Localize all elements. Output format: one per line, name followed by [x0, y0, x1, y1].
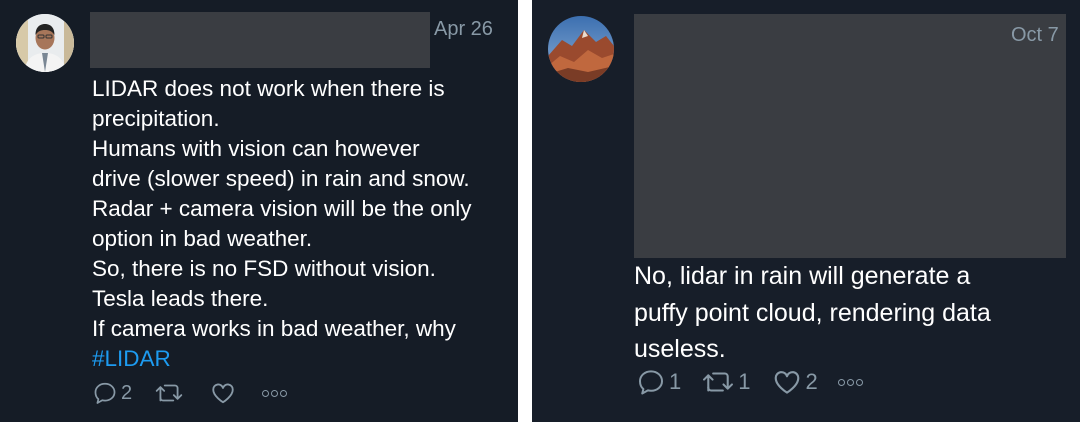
reply-icon	[94, 382, 116, 404]
redacted-username	[90, 12, 430, 68]
tweet-date[interactable]: Apr 26	[434, 18, 493, 41]
tweet-text-line: Humans with vision can however	[92, 136, 420, 161]
tweet-actions: 2	[92, 380, 309, 406]
left-avatar[interactable]	[16, 14, 74, 72]
tweet-text-line: drive (slower speed) in rain and snow.	[92, 166, 470, 191]
tweet-text-line: LIDAR does not work when there is	[92, 76, 445, 101]
reply-button[interactable]: 1	[636, 367, 681, 397]
tweet-text-line: precipitation.	[92, 106, 220, 131]
tweet-text: LIDAR does not work when there is precip…	[92, 74, 512, 374]
tweet-text-line: Tesla leads there.	[92, 286, 269, 311]
more-options-button[interactable]	[837, 378, 863, 386]
right-avatar[interactable]	[548, 16, 614, 82]
person-avatar-icon	[16, 14, 74, 72]
like-button[interactable]	[209, 380, 240, 406]
retweet-button[interactable]	[154, 380, 187, 406]
more-icon	[846, 378, 854, 386]
hashtag-link[interactable]: #LIDAR	[92, 344, 512, 374]
tweet-date[interactable]: Oct 7	[1011, 24, 1059, 47]
more-icon	[280, 389, 288, 397]
redacted-username	[634, 14, 1066, 258]
reply-button[interactable]: 2	[92, 380, 132, 406]
retweet-count: 1	[738, 369, 751, 394]
tweet-text-line: Radar + camera vision will be the only	[92, 196, 472, 221]
like-icon	[774, 371, 799, 394]
reply-count: 2	[121, 381, 133, 404]
more-icon	[837, 378, 845, 386]
tweet-actions: 1 1 2	[636, 367, 883, 397]
retweet-button[interactable]: 1	[701, 367, 751, 397]
reply-count: 1	[669, 369, 682, 394]
tweet-text-line: So, there is no FSD without vision.	[92, 256, 436, 281]
tweet-text-line: puffy point cloud, rendering data	[634, 298, 991, 327]
like-icon	[212, 383, 234, 404]
like-button[interactable]: 2	[771, 367, 818, 397]
more-icon	[271, 389, 279, 397]
tweet-text-line: If camera works in bad weather, why	[92, 316, 456, 341]
retweet-icon	[703, 372, 734, 392]
tweet-text-line: option in bad weather.	[92, 226, 313, 251]
more-icon	[262, 389, 270, 397]
retweet-icon	[155, 384, 183, 402]
mountain-avatar-icon	[548, 16, 614, 82]
reply-icon	[639, 370, 663, 395]
tweet-text: No, lidar in rain will generate a puffy …	[634, 258, 1054, 368]
tweet-text-line: useless.	[634, 335, 726, 363]
like-count: 2	[805, 369, 818, 394]
tweet-text-line: No, lidar in rain will generate a	[634, 262, 971, 290]
more-icon	[855, 378, 863, 386]
more-options-button[interactable]	[262, 389, 288, 397]
